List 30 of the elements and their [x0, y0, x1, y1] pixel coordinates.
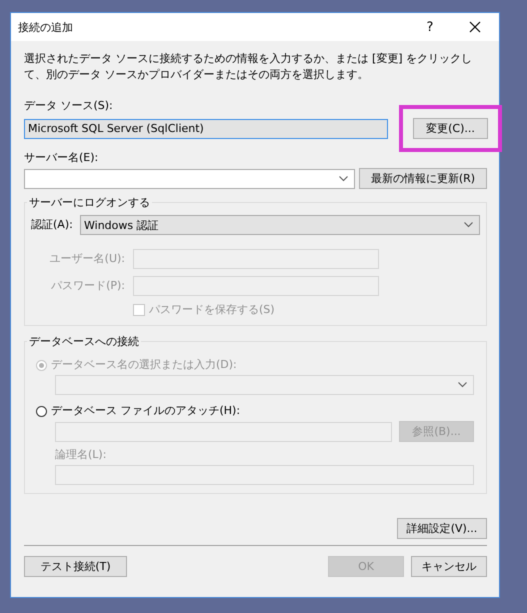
help-button[interactable]: ? [409, 13, 451, 41]
field-label: データ ソース(S): [24, 99, 114, 113]
change-button[interactable]: 変更(C)... [413, 118, 488, 139]
close-icon [469, 21, 481, 33]
authentication-combo[interactable]: Windows 認証 [80, 215, 480, 235]
field-label: サーバー名(E): [24, 151, 100, 165]
server-name-combo[interactable] [24, 168, 355, 188]
group-title: サーバーにログオンする [28, 195, 151, 210]
data-source-field[interactable]: Microsoft SQL Server (SqlClient) [24, 118, 388, 138]
logical-name-field[interactable] [55, 465, 474, 485]
database-name-combo[interactable] [55, 375, 474, 395]
field-label: 認証(A): [31, 218, 74, 232]
cancel-button[interactable]: キャンセル [411, 556, 487, 577]
field-label: パスワード(P): [50, 279, 125, 293]
group-title: データベースへの接続 [28, 334, 140, 349]
field-label: 論理名(L): [55, 448, 108, 462]
radio-label: データベース ファイルのアタッチ(H): [51, 404, 240, 418]
checkbox-label: パスワードを保存する(S) [149, 303, 275, 317]
test-connection-button[interactable]: テスト接続(T) [24, 556, 127, 577]
chevron-down-icon [464, 222, 473, 228]
field-label: ユーザー名(U): [48, 252, 125, 266]
window-title: 接続の追加 [18, 20, 74, 34]
refresh-button[interactable]: 最新の情報に更新(R) [359, 168, 487, 189]
radio-label: データベース名の選択または入力(D): [51, 358, 237, 372]
chevron-down-icon [339, 176, 348, 182]
chevron-down-icon [458, 382, 467, 388]
advanced-button[interactable]: 詳細設定(V)... [397, 518, 487, 539]
description-text: 選択されたデータ ソースに接続するための情報を入力するか、または [変更] をクリックして、別のデータ ソースかプロバイダーまたはその両方を選択します。 [24, 51, 474, 83]
radio-button[interactable] [36, 406, 47, 416]
file-path-field[interactable] [55, 422, 392, 442]
